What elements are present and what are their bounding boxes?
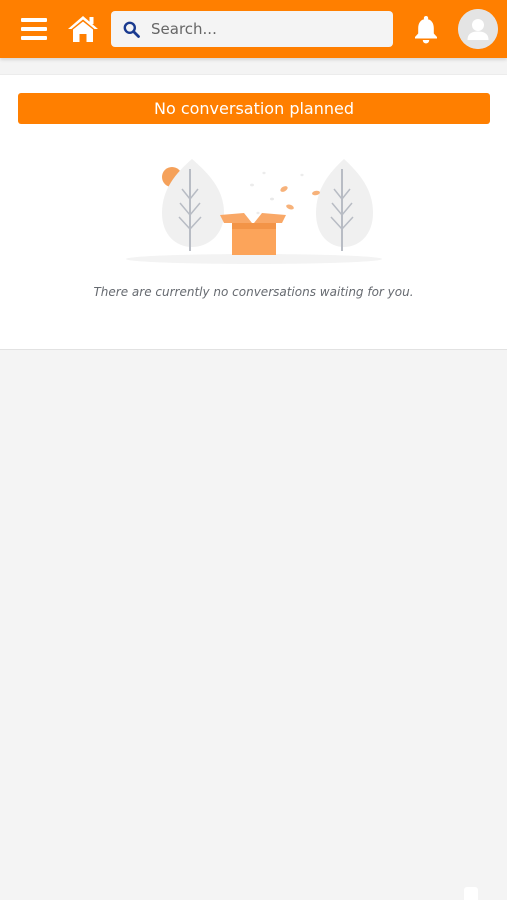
empty-conversations-message: There are currently no conversations wai… [93,285,414,299]
home-icon[interactable] [67,14,99,44]
app-root: No conversation planned [0,0,507,900]
corner-marker [464,887,478,900]
search-input[interactable] [151,11,387,47]
top-navigation-bar [0,0,507,58]
empty-box-trees-illustration [124,155,384,267]
search-bar[interactable] [111,11,393,47]
search-icon[interactable] [123,21,140,38]
user-avatar-icon[interactable] [458,9,498,49]
conversations-card: No conversation planned There are curren… [0,74,507,350]
hamburger-menu-icon[interactable] [21,18,47,40]
bell-icon[interactable] [412,15,440,44]
no-conversation-banner: No conversation planned [18,93,490,124]
